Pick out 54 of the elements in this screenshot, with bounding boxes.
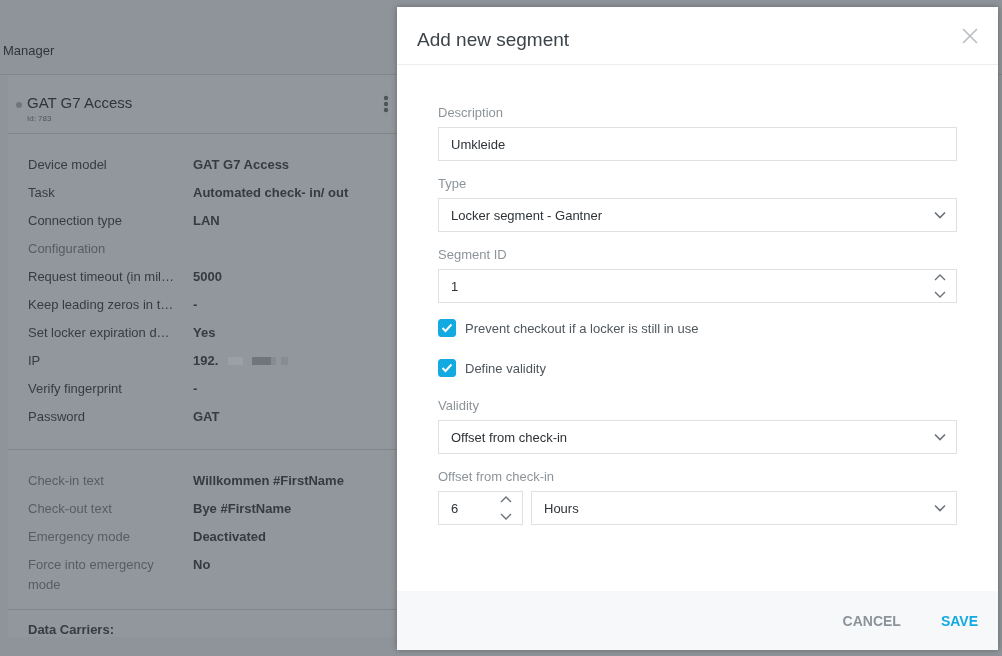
checkbox-label: Prevent checkout if a locker is still in use: [465, 320, 699, 336]
text-field[interactable]: Umkleide: [438, 127, 957, 161]
field-value: -: [193, 296, 198, 314]
field-value: Willkommen #FirstName: [193, 472, 344, 490]
field-value: -: [193, 380, 198, 398]
field-value: 192.: [193, 352, 219, 370]
dropdown-field[interactable]: Hours: [531, 491, 957, 525]
checkbox[interactable]: [438, 359, 456, 377]
field-label: Validity: [438, 398, 479, 413]
stepper-icon[interactable]: [500, 495, 512, 521]
dialog-title: Add new segment: [417, 28, 570, 51]
stepper-icon[interactable]: [934, 273, 946, 299]
page-title: Manager: [3, 43, 55, 58]
field-label: Type: [438, 176, 467, 191]
field-value: Bye #FirstName: [193, 500, 292, 518]
field-label: Request timeout (in mil…: [28, 268, 175, 286]
device-name: GAT G7 Access: [27, 94, 133, 111]
chevron-down-icon[interactable]: [934, 504, 946, 512]
redacted-text: [228, 357, 288, 365]
status-dot: [16, 102, 22, 108]
field-value: GAT: [193, 408, 220, 426]
section-heading: Configuration: [28, 240, 107, 258]
field-label: IP: [28, 352, 42, 370]
field-value: No: [193, 556, 211, 574]
checkbox[interactable]: [438, 319, 456, 337]
field-label: Offset from check-in: [438, 469, 555, 484]
number-field[interactable]: 6: [438, 491, 523, 525]
field-value: LAN: [193, 212, 220, 230]
field-label: Task: [28, 184, 56, 202]
field-label: Check-out text: [28, 500, 113, 518]
checkbox-label: Define validity: [465, 360, 546, 376]
field-value: Yes: [193, 324, 216, 342]
field-value: GAT G7 Access: [193, 156, 290, 174]
field-label: Device model: [28, 156, 108, 174]
more-options-icon[interactable]: [383, 95, 389, 113]
field-label: Connection type: [28, 212, 123, 230]
chevron-down-icon[interactable]: [934, 211, 946, 219]
field-value: 5000: [193, 268, 222, 286]
field-label: Segment ID: [438, 247, 507, 262]
chevron-down-icon[interactable]: [934, 433, 946, 441]
dropdown-field[interactable]: Locker segment - Gantner: [438, 198, 957, 232]
field-label: Keep leading zeros in t…: [28, 296, 175, 314]
field-label: Check-in text: [28, 472, 105, 490]
field-label: Emergency mode: [28, 528, 131, 546]
field-label: Description: [438, 105, 504, 120]
field-label: Set locker expiration d…: [28, 324, 171, 342]
dropdown-field[interactable]: Offset from check-in: [438, 420, 957, 454]
field-label: Verify fingerprint: [28, 380, 123, 398]
field-value: Automated check- in/ out: [193, 184, 349, 202]
number-field[interactable]: 1: [438, 269, 957, 303]
field-value: Deactivated: [193, 528, 266, 546]
section-heading: Data Carriers:: [28, 622, 114, 637]
field-label: Force into emergency mode: [28, 556, 155, 594]
field-label: Password: [28, 408, 87, 426]
